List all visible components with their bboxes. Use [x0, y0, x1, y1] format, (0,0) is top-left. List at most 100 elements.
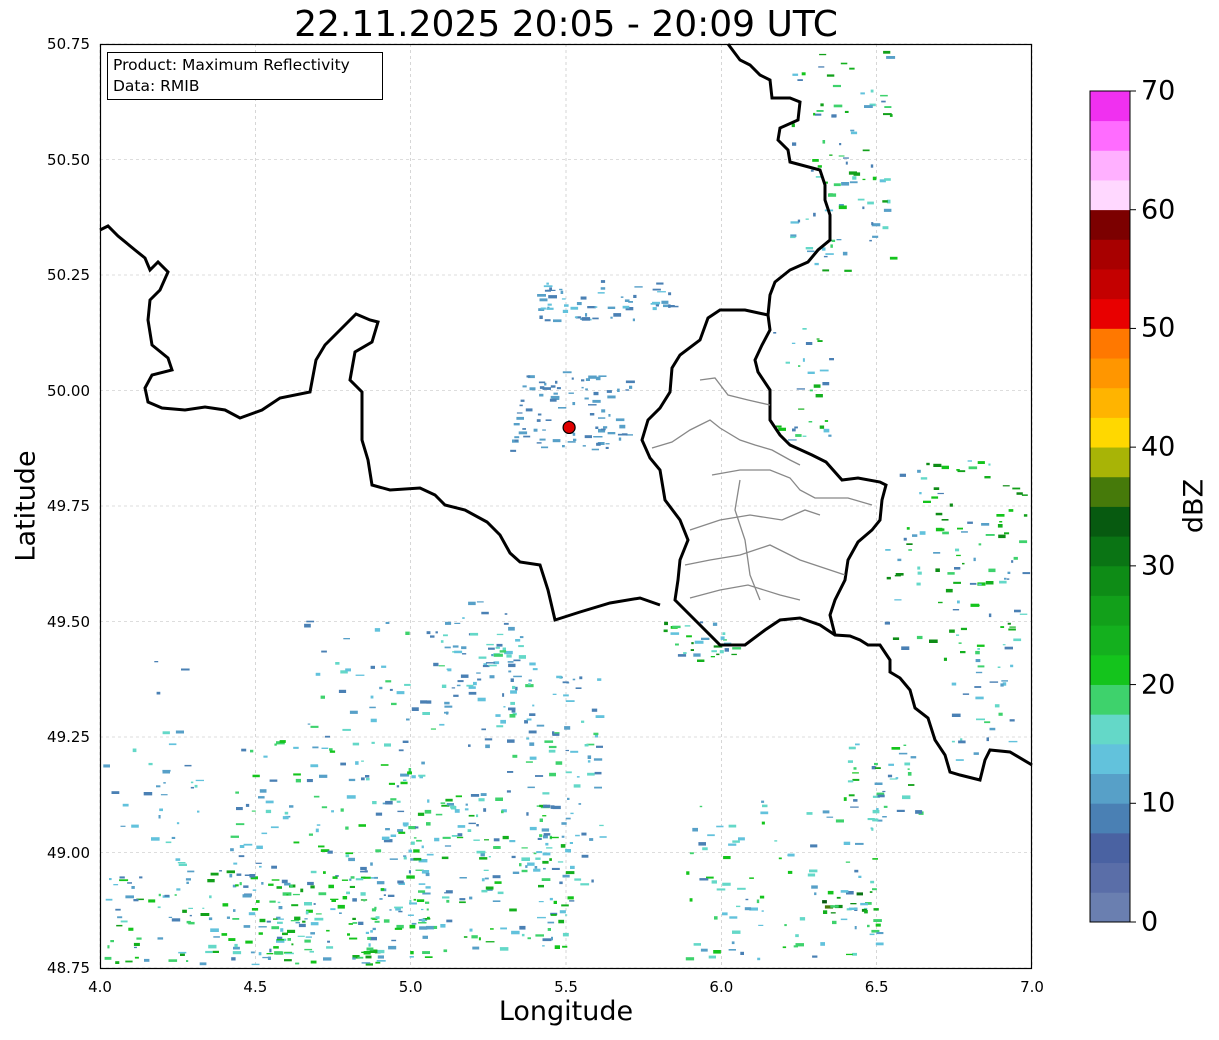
echo-speck: [910, 756, 917, 759]
info-box: Product: Maximum Reflectivity Data: RMIB: [107, 52, 383, 100]
echo-speck: [286, 894, 289, 896]
echo-speck: [845, 161, 848, 165]
echo-speck: [426, 908, 429, 911]
echo-speck: [361, 760, 364, 762]
echo-speck: [304, 948, 313, 951]
echo-speck: [822, 900, 827, 904]
echo-speck: [973, 557, 976, 562]
colorbar-segment: [1090, 625, 1130, 656]
echo-speck: [793, 945, 798, 948]
echo-speck: [657, 291, 666, 293]
echo-speck: [862, 178, 866, 181]
echo-speck: [243, 843, 253, 846]
echo-speck: [737, 887, 746, 890]
colorbar-segment: [1090, 358, 1130, 389]
echo-speck: [476, 824, 479, 827]
echo-speck: [306, 779, 313, 783]
echo-speck: [736, 905, 741, 908]
echo-speck: [289, 884, 293, 888]
echo-speck: [304, 918, 308, 920]
colorbar-segment: [1090, 150, 1130, 181]
echo-speck: [347, 933, 350, 936]
echo-speck: [258, 926, 267, 928]
echo-speck: [374, 628, 381, 632]
echo-speck: [615, 418, 625, 422]
echo-speck: [159, 808, 163, 812]
echo-speck: [370, 665, 375, 669]
echo-speck: [174, 894, 177, 896]
echo-speck: [451, 687, 456, 689]
echo-speck: [391, 702, 397, 706]
echo-speck: [550, 836, 559, 839]
echo-speck: [550, 395, 560, 399]
echo-speck: [443, 949, 448, 953]
echo-speck: [989, 727, 996, 731]
echo-speck: [175, 858, 181, 861]
echo-speck: [694, 640, 704, 644]
echo-speck: [822, 810, 830, 814]
echo-speck: [843, 157, 849, 159]
echo-speck: [850, 129, 855, 132]
echo-speck: [958, 642, 962, 644]
echo-speck: [276, 939, 284, 941]
echo-speck: [516, 416, 524, 420]
echo-speck: [960, 738, 963, 741]
echo-speck: [535, 934, 544, 937]
echo-speck: [151, 837, 160, 841]
echo-speck: [372, 927, 376, 931]
echo-speck: [951, 682, 957, 686]
echo-speck: [1022, 572, 1031, 575]
echo-speck: [380, 764, 389, 766]
echo-speck: [291, 904, 299, 907]
colorbar-segment: [1090, 209, 1130, 240]
echo-speck: [935, 512, 943, 516]
echo-speck: [450, 805, 456, 809]
echo-speck: [332, 876, 338, 879]
echo-speck: [559, 910, 566, 914]
echo-speck: [178, 863, 187, 866]
echo-speck: [978, 543, 982, 546]
echo-speck: [699, 805, 703, 808]
echo-speck: [302, 920, 306, 923]
echo-speck: [277, 921, 283, 924]
echo-speck: [456, 684, 461, 687]
echo-speck: [521, 933, 525, 937]
echo-speck: [508, 707, 516, 711]
echo-speck: [407, 771, 412, 775]
echo-speck: [542, 852, 551, 856]
echo-speck: [511, 855, 516, 859]
echo-speck: [182, 909, 187, 913]
echo-speck: [596, 745, 603, 748]
country-border-east: [726, 43, 832, 316]
echo-speck: [872, 888, 877, 891]
echo-speck: [526, 375, 531, 378]
echo-speck: [988, 463, 991, 466]
echo-speck: [838, 205, 847, 210]
echo-speck: [884, 621, 890, 625]
echo-speck: [856, 892, 863, 896]
echo-speck: [810, 844, 818, 848]
echo-speck: [587, 772, 595, 776]
echo-speck: [773, 332, 777, 334]
echo-speck: [305, 910, 309, 915]
echo-speck: [822, 140, 826, 144]
echo-speck: [570, 750, 579, 753]
echo-speck: [691, 642, 694, 645]
echo-speck: [882, 226, 889, 230]
echo-speck: [190, 781, 194, 784]
echo-speck: [584, 435, 592, 439]
echo-speck: [829, 154, 833, 156]
echo-speck: [762, 804, 768, 808]
echo-speck: [697, 659, 705, 662]
echo-speck: [282, 816, 289, 820]
echo-speck: [408, 849, 412, 853]
echo-speck: [331, 810, 334, 813]
echo-speck: [110, 940, 114, 943]
echo-speck: [882, 790, 886, 793]
echo-speck: [796, 388, 805, 390]
echo-speck: [409, 899, 412, 904]
echo-speck: [389, 909, 392, 911]
echo-speck: [525, 865, 528, 868]
echo-speck: [889, 114, 893, 117]
echo-speck: [230, 848, 234, 852]
